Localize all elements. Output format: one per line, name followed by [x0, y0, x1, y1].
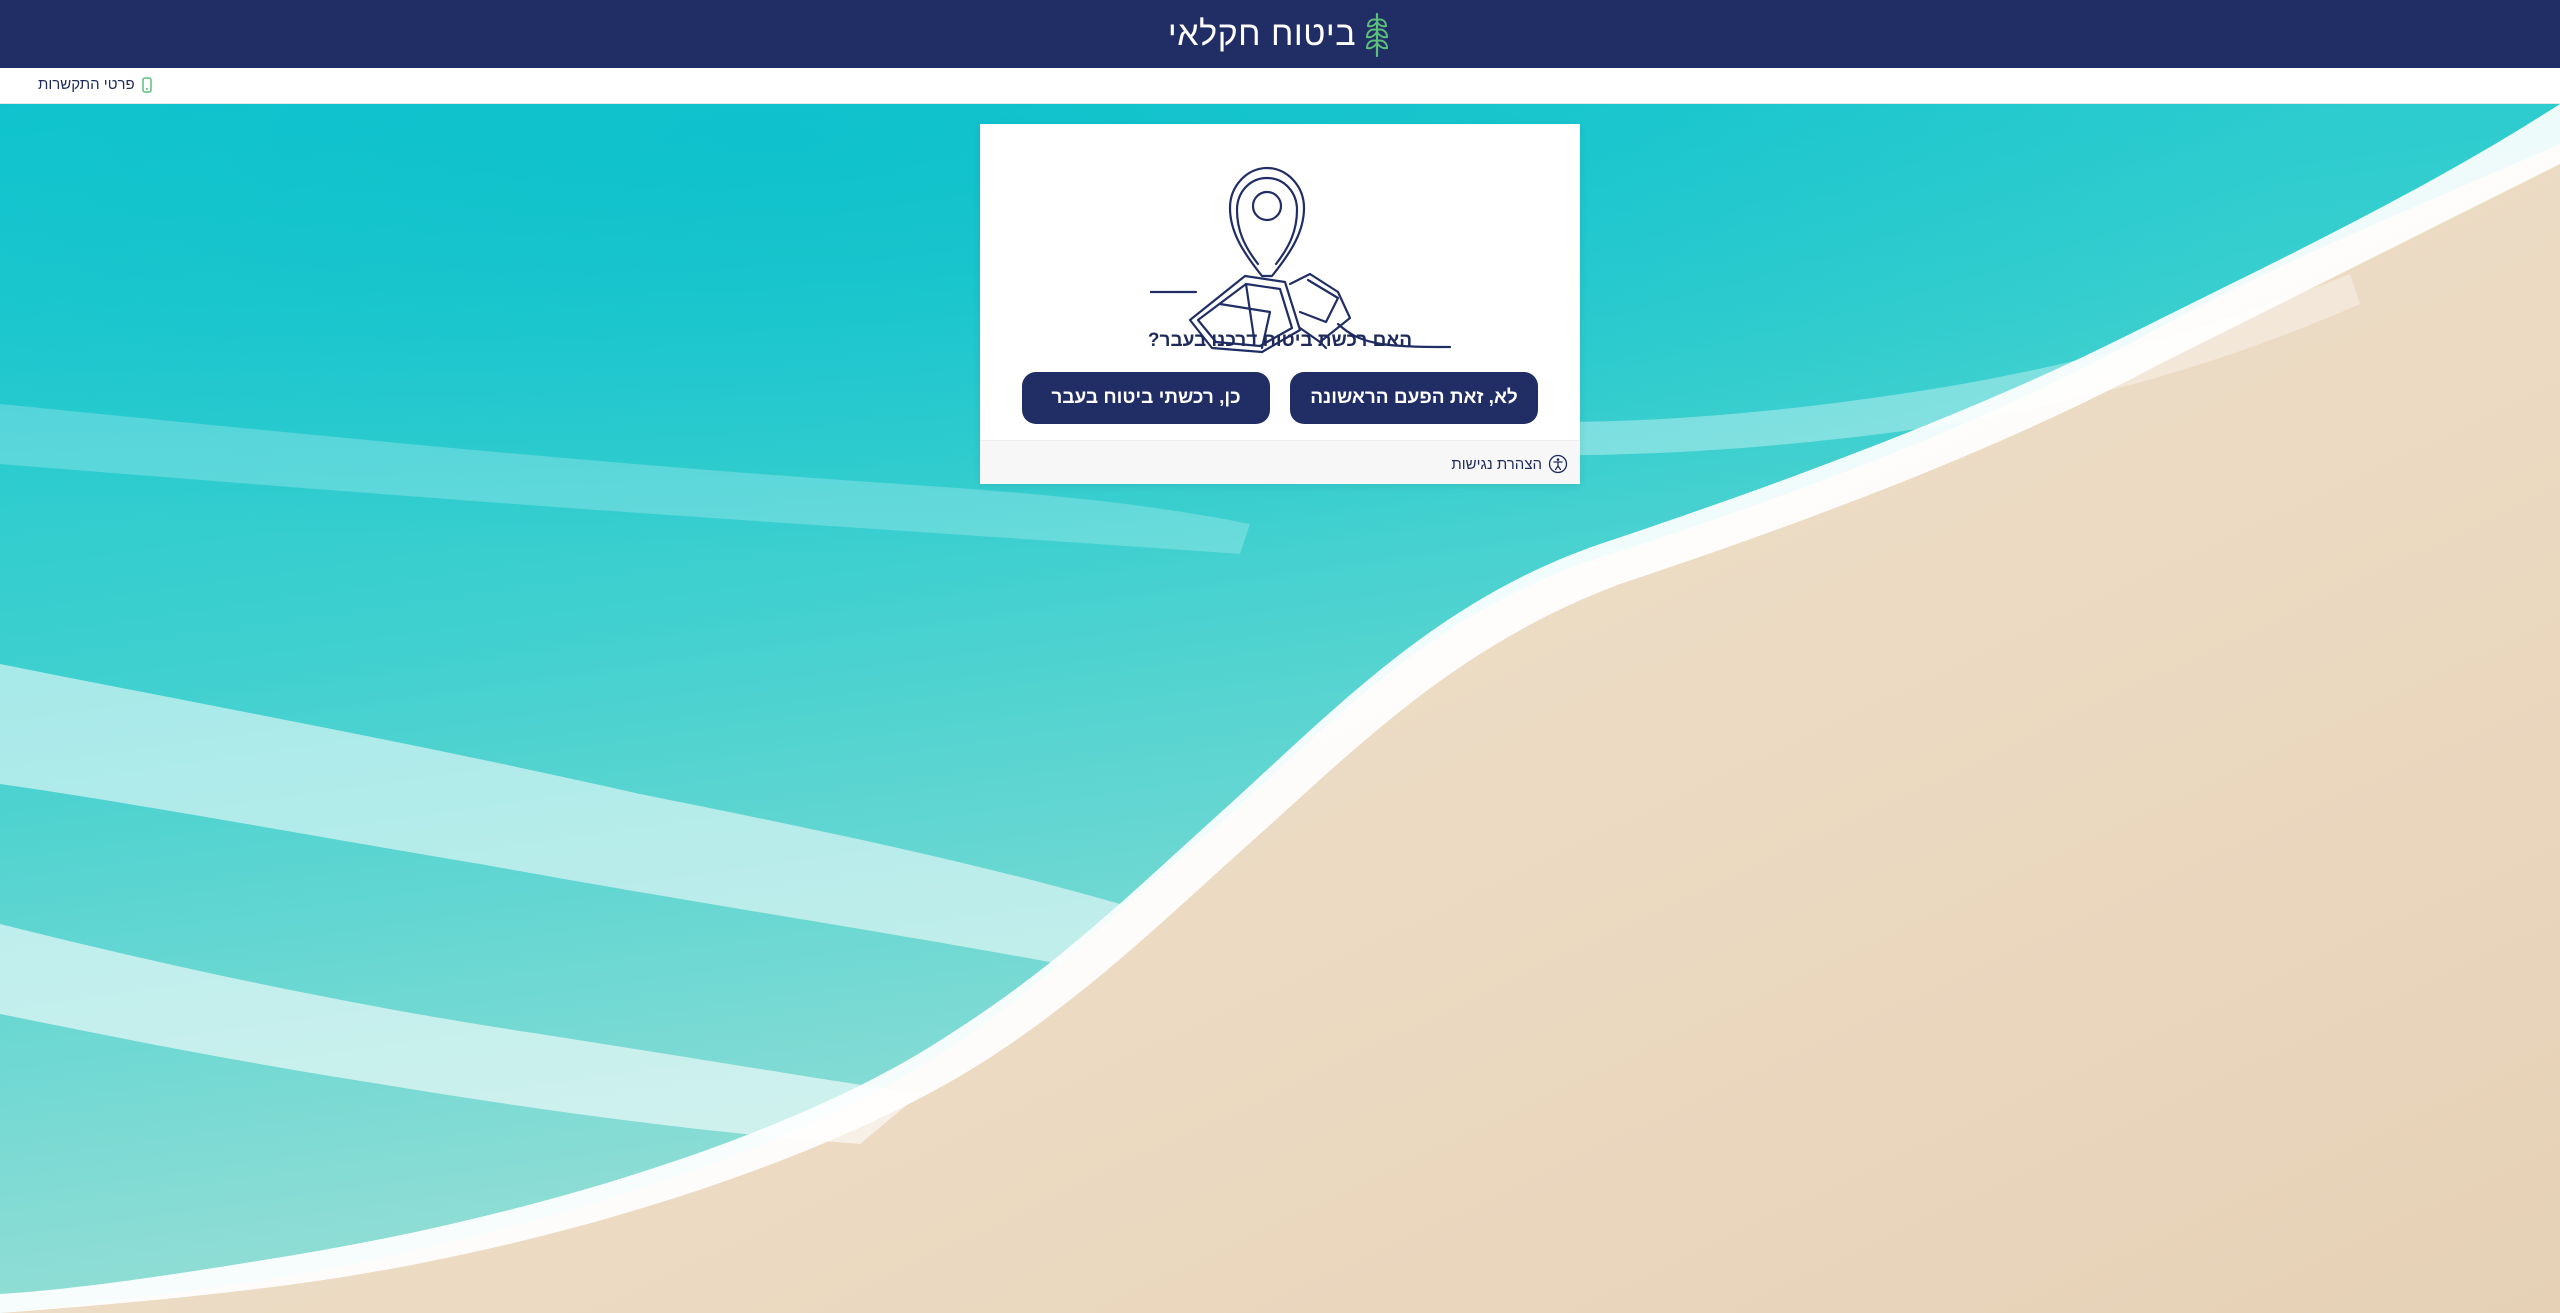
sub-header: פרטי התקשרות: [0, 68, 2560, 104]
accessibility-statement-link[interactable]: הצהרת נגישות: [1451, 454, 1568, 474]
contact-details-label: פרטי התקשרות: [38, 76, 135, 93]
wheat-icon: [1366, 12, 1389, 58]
accessibility-icon: [1548, 454, 1568, 474]
accessibility-statement-label: הצהרת נגישות: [1451, 455, 1542, 473]
question-card: האם רכשת ביטוח דרכנו בעבר? לא, זאת הפעם …: [980, 124, 1580, 484]
contact-details-link[interactable]: פרטי התקשרות: [38, 76, 153, 93]
logo-text: ביטוח חקלאי: [1167, 14, 1357, 53]
question-text: האם רכשת ביטוח דרכנו בעבר?: [1147, 330, 1413, 351]
top-header: ביטוח חקלאי: [0, 0, 2560, 68]
phone-icon: [141, 76, 152, 93]
purchased-before-button[interactable]: כן, רכשתי ביטוח בעבר: [1022, 372, 1270, 424]
logo[interactable]: ביטוח חקלאי: [1168, 10, 1392, 58]
card-footer: הצהרת נגישות: [980, 440, 1580, 484]
first-time-button[interactable]: לא, זאת הפעם הראשונה: [1290, 372, 1538, 424]
